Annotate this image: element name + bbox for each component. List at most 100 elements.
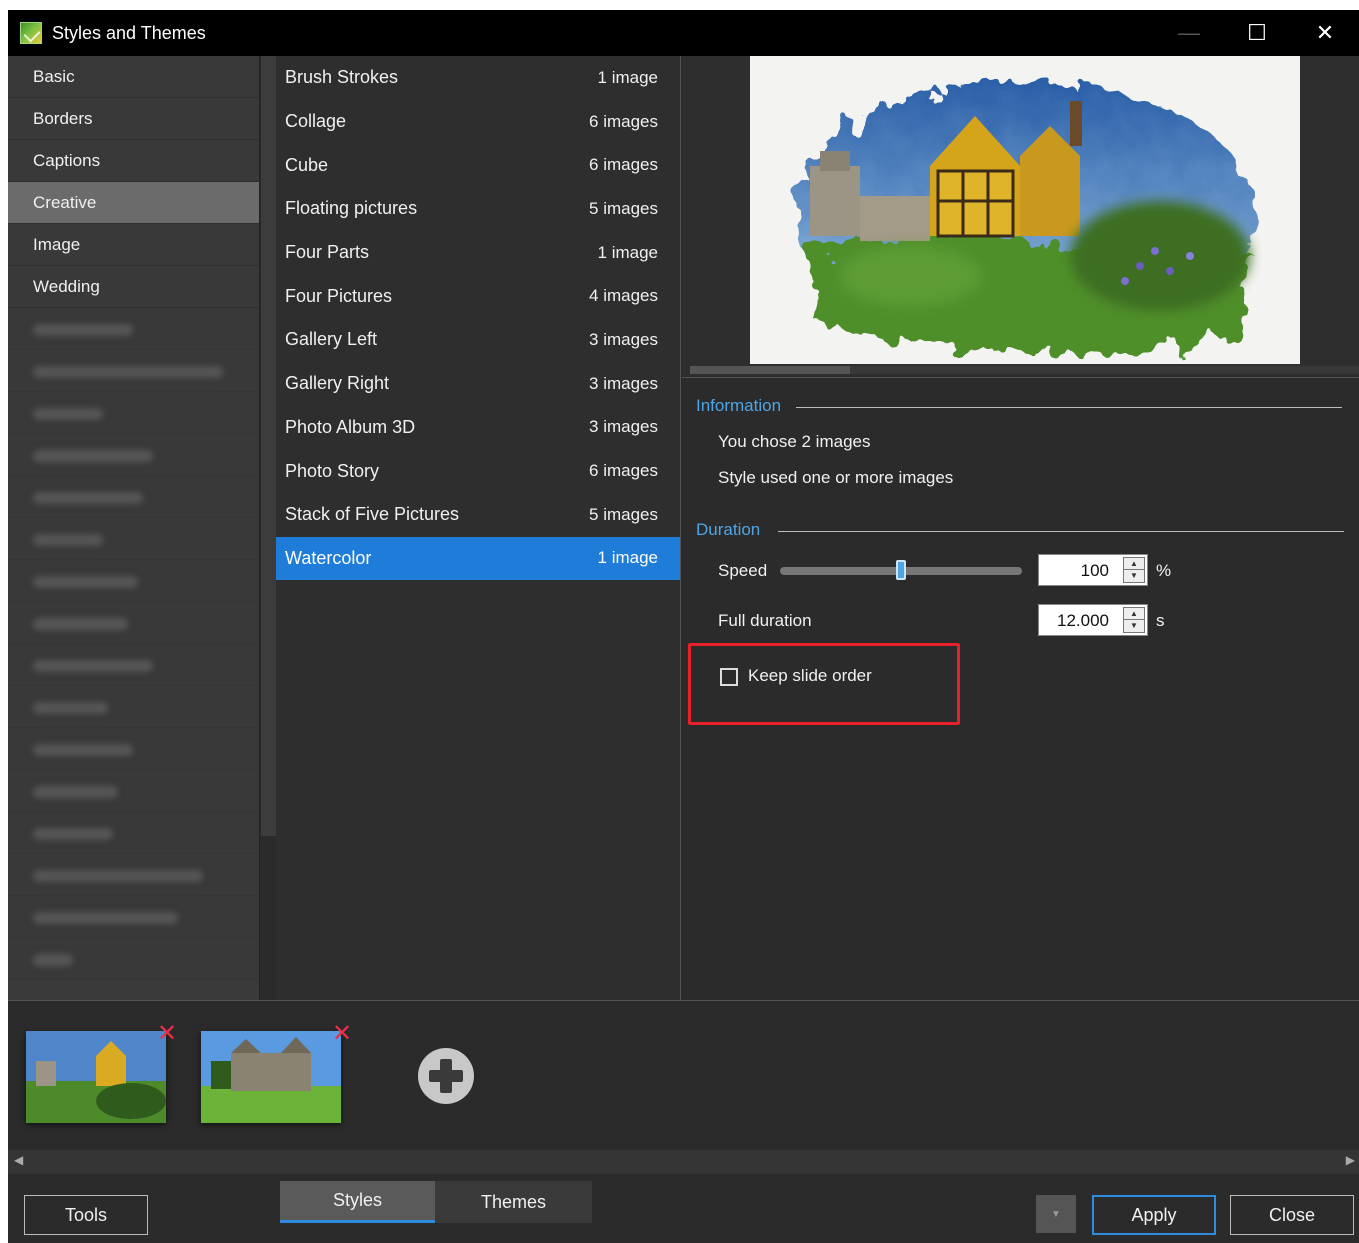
style-name: Watercolor [285, 547, 372, 568]
remove-image-2-icon[interactable]: ✕ [332, 1019, 352, 1048]
thumbnail-picture-2 [201, 1031, 341, 1123]
category-item-image[interactable]: Image [8, 224, 259, 266]
style-item-four-parts[interactable]: Four Parts 1 image [276, 231, 680, 275]
category-list[interactable]: Basic Borders Captions Creative Image We… [8, 56, 260, 1000]
style-list-scrollbar[interactable] [261, 56, 276, 836]
keep-slide-order-label[interactable]: Keep slide order [748, 666, 872, 686]
category-item-creative[interactable]: Creative [8, 182, 259, 224]
style-name: Gallery Right [285, 373, 390, 394]
spin-down-icon[interactable]: ▼ [1124, 570, 1144, 582]
full-duration-value: 12.000 [1057, 611, 1109, 630]
speed-unit: % [1156, 561, 1172, 580]
title-bar[interactable]: Styles and Themes — ☐ ✕ [8, 10, 1359, 56]
category-item-blurred[interactable] [8, 938, 259, 980]
style-name: Photo Story [285, 460, 380, 481]
category-item-wedding[interactable]: Wedding [8, 266, 259, 308]
window-title: Styles and Themes [52, 22, 206, 43]
thumbnail-scrollbar[interactable]: ◀ ▶ [8, 1150, 1359, 1174]
category-item-blurred[interactable] [8, 896, 259, 938]
styles-themes-window: Styles and Themes — ☐ ✕ Basic Borders Ca… [8, 10, 1359, 1243]
full-duration-spinbox[interactable]: 12.000 ▲ ▼ [1038, 604, 1148, 636]
speed-spinbox[interactable]: 100 ▲ ▼ [1038, 554, 1148, 586]
selected-images-strip: ✕ ✕ [8, 1000, 1359, 1160]
style-name: Floating pictures [285, 198, 418, 219]
image-thumbnail-2[interactable] [201, 1031, 341, 1123]
remove-image-1-icon[interactable]: ✕ [157, 1019, 177, 1048]
style-item-four-pictures[interactable]: Four Pictures 4 images [276, 274, 680, 318]
style-name: Collage [285, 111, 347, 132]
speed-value: 100 [1080, 561, 1109, 580]
scroll-left-icon[interactable]: ◀ [14, 1153, 23, 1167]
style-item-floating-pictures[interactable]: Floating pictures 5 images [276, 187, 680, 231]
duration-divider [778, 531, 1344, 532]
style-count: 1 image [597, 67, 658, 87]
keep-slide-order-checkbox[interactable] [720, 668, 738, 686]
style-item-photo-album-3d[interactable]: Photo Album 3D 3 images [276, 406, 680, 450]
info-images-chosen: You chose 2 images [718, 432, 871, 451]
thumbnail-picture-1 [26, 1031, 166, 1123]
category-item-basic[interactable]: Basic [8, 56, 259, 98]
category-item-borders[interactable]: Borders [8, 98, 259, 140]
minimize-button[interactable]: — [1155, 10, 1223, 56]
spin-down-icon[interactable]: ▼ [1124, 620, 1144, 632]
preview-image [750, 56, 1300, 364]
style-item-brush-strokes[interactable]: Brush Strokes 1 image [276, 56, 680, 100]
app-icon [20, 22, 42, 44]
tab-themes[interactable]: Themes [435, 1181, 592, 1223]
bottom-toolbar: Tools Styles Themes ▼ Apply Close [8, 1175, 1359, 1243]
style-item-stack-of-five-pictures[interactable]: Stack of Five Pictures 5 images [276, 493, 680, 537]
category-item-blurred[interactable] [8, 644, 259, 686]
close-window-button[interactable]: ✕ [1291, 10, 1359, 56]
category-item-blurred[interactable] [8, 476, 259, 518]
speed-slider-thumb[interactable] [896, 560, 906, 580]
style-count: 6 images [589, 155, 658, 175]
category-item-blurred[interactable] [8, 728, 259, 770]
style-item-gallery-left[interactable]: Gallery Left 3 images [276, 318, 680, 362]
close-button[interactable]: Close [1230, 1195, 1354, 1235]
style-name: Four Parts [285, 242, 370, 263]
full-duration-unit: s [1156, 611, 1165, 630]
style-list[interactable]: Brush Strokes 1 image Collage 6 images Cub… [276, 56, 681, 1000]
style-name: Photo Album 3D [285, 416, 416, 437]
category-item-captions[interactable]: Captions [8, 140, 259, 182]
category-item-blurred[interactable] [8, 434, 259, 476]
category-item-blurred[interactable] [8, 770, 259, 812]
scroll-right-icon[interactable]: ▶ [1346, 1153, 1355, 1167]
tools-button[interactable]: Tools [24, 1195, 148, 1235]
category-item-blurred[interactable] [8, 308, 259, 350]
style-count: 3 images [589, 329, 658, 349]
category-item-blurred[interactable] [8, 686, 259, 728]
style-item-cube[interactable]: Cube 6 images [276, 143, 680, 187]
style-count: 3 images [589, 373, 658, 393]
speed-label: Speed [718, 561, 768, 580]
spin-up-icon[interactable]: ▲ [1124, 608, 1144, 620]
preview-scrollbar-thumb[interactable] [690, 366, 850, 374]
tab-styles[interactable]: Styles [280, 1181, 435, 1223]
style-item-collage[interactable]: Collage 6 images [276, 100, 680, 144]
category-item-blurred[interactable] [8, 812, 259, 854]
category-item-blurred[interactable] [8, 854, 259, 896]
add-image-button[interactable] [418, 1048, 474, 1104]
full-duration-label: Full duration [718, 611, 812, 630]
information-heading: Information [696, 396, 782, 415]
category-item-blurred[interactable] [8, 602, 259, 644]
full-duration-stepper[interactable]: ▲ ▼ [1123, 607, 1145, 633]
information-divider [796, 407, 1342, 408]
category-item-blurred[interactable] [8, 350, 259, 392]
apply-button[interactable]: Apply [1092, 1195, 1216, 1235]
speed-stepper[interactable]: ▲ ▼ [1123, 557, 1145, 583]
apply-options-dropdown[interactable]: ▼ [1036, 1195, 1076, 1233]
style-item-gallery-right[interactable]: Gallery Right 3 images [276, 362, 680, 406]
style-count: 5 images [589, 504, 658, 524]
image-thumbnail-1[interactable] [26, 1031, 166, 1123]
maximize-button[interactable]: ☐ [1223, 10, 1291, 56]
spin-up-icon[interactable]: ▲ [1124, 558, 1144, 570]
style-count: 6 images [589, 111, 658, 131]
style-item-watercolor[interactable]: Watercolor 1 image [276, 536, 680, 581]
style-item-photo-story[interactable]: Photo Story 6 images [276, 449, 680, 493]
category-item-blurred[interactable] [8, 392, 259, 434]
style-name: Four Pictures [285, 285, 393, 306]
style-preview [682, 56, 1359, 376]
category-item-blurred[interactable] [8, 560, 259, 602]
category-item-blurred[interactable] [8, 518, 259, 560]
